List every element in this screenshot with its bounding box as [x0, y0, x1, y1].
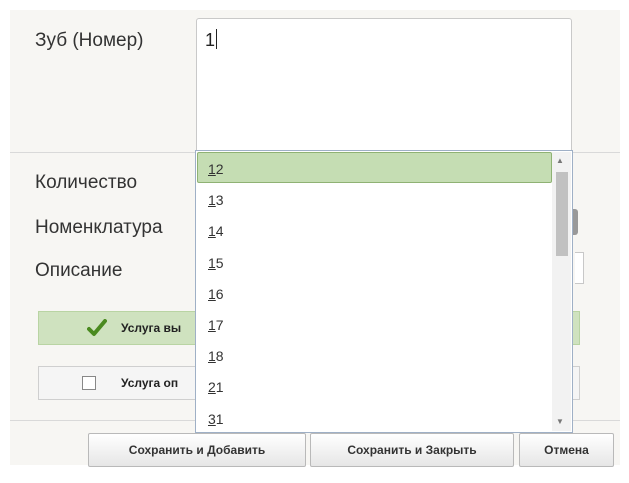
nomenclature-label: Номенклатура	[35, 217, 163, 238]
option-match-char: 1	[208, 192, 216, 209]
description-field-edge[interactable]	[575, 252, 584, 284]
checkmark-icon	[87, 319, 107, 336]
option-rest-text: 1	[215, 410, 224, 427]
option-match-char: 1	[208, 348, 216, 365]
option-rest-text: 3	[215, 192, 224, 209]
option-rest-text: 5	[215, 254, 224, 271]
dropdown-scrollbar[interactable]: ▲ ▼	[552, 152, 571, 431]
service-performed-label: Услуга вы	[121, 321, 182, 335]
save-and-close-button[interactable]: Сохранить и Закрыть	[310, 433, 514, 467]
service-optional-label: Услуга оп	[121, 376, 179, 390]
dropdown-option[interactable]: 12	[197, 152, 552, 183]
tooth-number-input[interactable]: 1	[196, 18, 572, 154]
option-rest-text: 1	[215, 379, 224, 396]
dropdown-option[interactable]: 31	[197, 402, 552, 432]
tooth-input-value: 1	[205, 30, 216, 50]
dropdown-option[interactable]: 16	[197, 277, 552, 308]
option-match-char: 1	[208, 223, 216, 240]
save-and-add-button[interactable]: Сохранить и Добавить	[88, 433, 306, 467]
text-caret	[216, 29, 218, 49]
tooth-label: Зуб (Номер)	[35, 30, 144, 51]
option-match-char: 1	[208, 317, 216, 333]
option-match-char: 2	[208, 379, 216, 396]
dropdown-option[interactable]: 17	[197, 308, 552, 339]
option-rest-text: 4	[215, 223, 224, 240]
option-match-char: 3	[208, 410, 216, 427]
dropdown-option[interactable]: 15	[197, 246, 552, 277]
option-rest-text: 2	[215, 161, 224, 177]
scrollbar-thumb[interactable]	[556, 172, 568, 256]
option-match-char: 1	[208, 285, 216, 302]
dropdown-option[interactable]: 21	[197, 370, 552, 401]
cancel-button[interactable]: Отмена	[519, 433, 614, 467]
option-match-char: 1	[208, 254, 216, 271]
dropdown-option[interactable]: 18	[197, 339, 552, 370]
option-rest-text: 7	[215, 317, 224, 333]
checkbox-icon[interactable]	[82, 376, 96, 390]
option-match-char: 1	[208, 161, 216, 177]
dropdown-option[interactable]: 14	[197, 214, 552, 245]
scroll-up-arrow-icon[interactable]: ▲	[556, 157, 564, 165]
option-rest-text: 8	[215, 348, 224, 365]
description-label: Описание	[35, 260, 123, 281]
tooth-number-dropdown[interactable]: 12 13 14 15 16 17 18 21 31 ▲ ▼	[195, 150, 573, 433]
quantity-label: Количество	[35, 172, 138, 193]
scroll-down-arrow-icon[interactable]: ▼	[556, 418, 564, 426]
dropdown-option[interactable]: 13	[197, 183, 552, 214]
option-rest-text: 6	[215, 285, 224, 302]
